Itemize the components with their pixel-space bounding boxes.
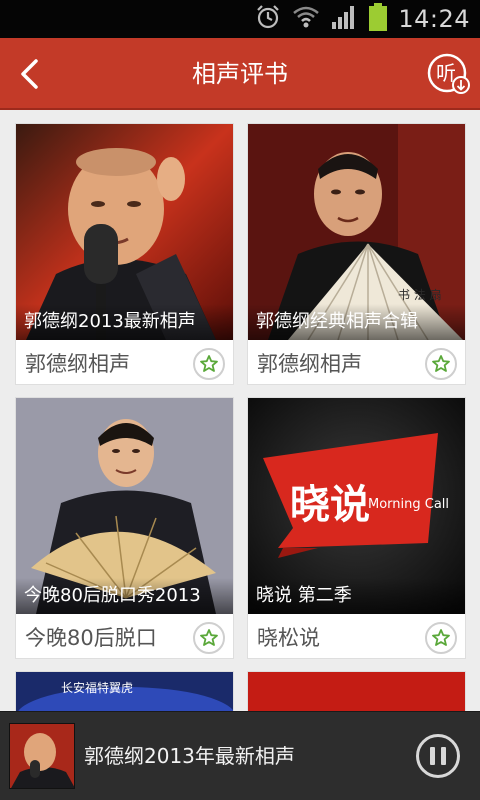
- status-icons: 14:24: [254, 0, 470, 38]
- star-icon: [200, 629, 218, 646]
- listen-button[interactable]: 听: [426, 52, 470, 96]
- page-title: 相声评书: [192, 60, 288, 88]
- album-cover-image: 晓说 Morning Call 晓说 第二季: [248, 398, 465, 614]
- album-title: 郭德纲经典相声合辑: [248, 304, 465, 340]
- alarm-icon: [254, 3, 282, 35]
- album-cover-image: 郭德纲2013最新相声: [16, 124, 233, 340]
- album-card[interactable]: [247, 671, 466, 712]
- signal-icon: [330, 3, 358, 35]
- player-bar[interactable]: 郭德纲2013年最新相声: [0, 711, 480, 800]
- favorite-button[interactable]: [425, 622, 457, 654]
- favorite-button[interactable]: [425, 348, 457, 380]
- album-artist: 郭德纲相声: [257, 352, 362, 376]
- battery-icon: [368, 2, 388, 36]
- favorite-button[interactable]: [193, 348, 225, 380]
- album-cover-image: [248, 672, 465, 712]
- pause-button[interactable]: [416, 734, 460, 778]
- status-bar: 14:24: [0, 0, 480, 38]
- album-cover-image: 书 法 扇 郭德纲经典相声合辑: [248, 124, 465, 340]
- album-title: 晓说 第二季: [248, 578, 465, 614]
- pause-icon: [430, 747, 435, 765]
- favorite-button[interactable]: [193, 622, 225, 654]
- wifi-icon: [292, 3, 320, 35]
- svg-text:书 法 扇: 书 法 扇: [398, 287, 442, 302]
- now-playing-thumbnail[interactable]: [9, 723, 75, 789]
- album-card[interactable]: 郭德纲2013最新相声 郭德纲相声: [15, 123, 234, 385]
- star-icon: [200, 355, 218, 372]
- album-artist: 晓松说: [257, 626, 320, 650]
- album-artist: 今晚80后脱口: [25, 626, 157, 650]
- album-card[interactable]: 书 法 扇 郭德纲经典相声合辑 郭德纲相声: [247, 123, 466, 385]
- listen-download-icon: 听: [427, 53, 470, 94]
- logo-text-en: Morning Call: [368, 497, 449, 512]
- app-header: 相声评书 听: [0, 38, 480, 110]
- logo-text-cn: 晓说: [290, 482, 370, 528]
- album-card[interactable]: 今晚80后脱口秀2013 今晚80后脱口: [15, 397, 234, 659]
- now-playing-title: 郭德纲2013年最新相声: [84, 744, 295, 768]
- album-title: 今晚80后脱口秀2013: [16, 578, 233, 614]
- album-title: 郭德纲2013最新相声: [16, 304, 233, 340]
- star-icon: [432, 629, 450, 646]
- star-icon: [432, 355, 450, 372]
- cover-text: 长安福特翼虎: [61, 680, 133, 695]
- album-artist: 郭德纲相声: [25, 352, 130, 376]
- pause-icon: [441, 747, 446, 765]
- album-cover-image: 今晚80后脱口秀2013: [16, 398, 233, 614]
- album-card[interactable]: 长安福特翼虎: [15, 671, 234, 712]
- album-card[interactable]: 晓说 Morning Call 晓说 第二季 晓松说: [247, 397, 466, 659]
- status-time: 14:24: [398, 5, 470, 33]
- album-cover-image: 长安福特翼虎: [16, 672, 233, 712]
